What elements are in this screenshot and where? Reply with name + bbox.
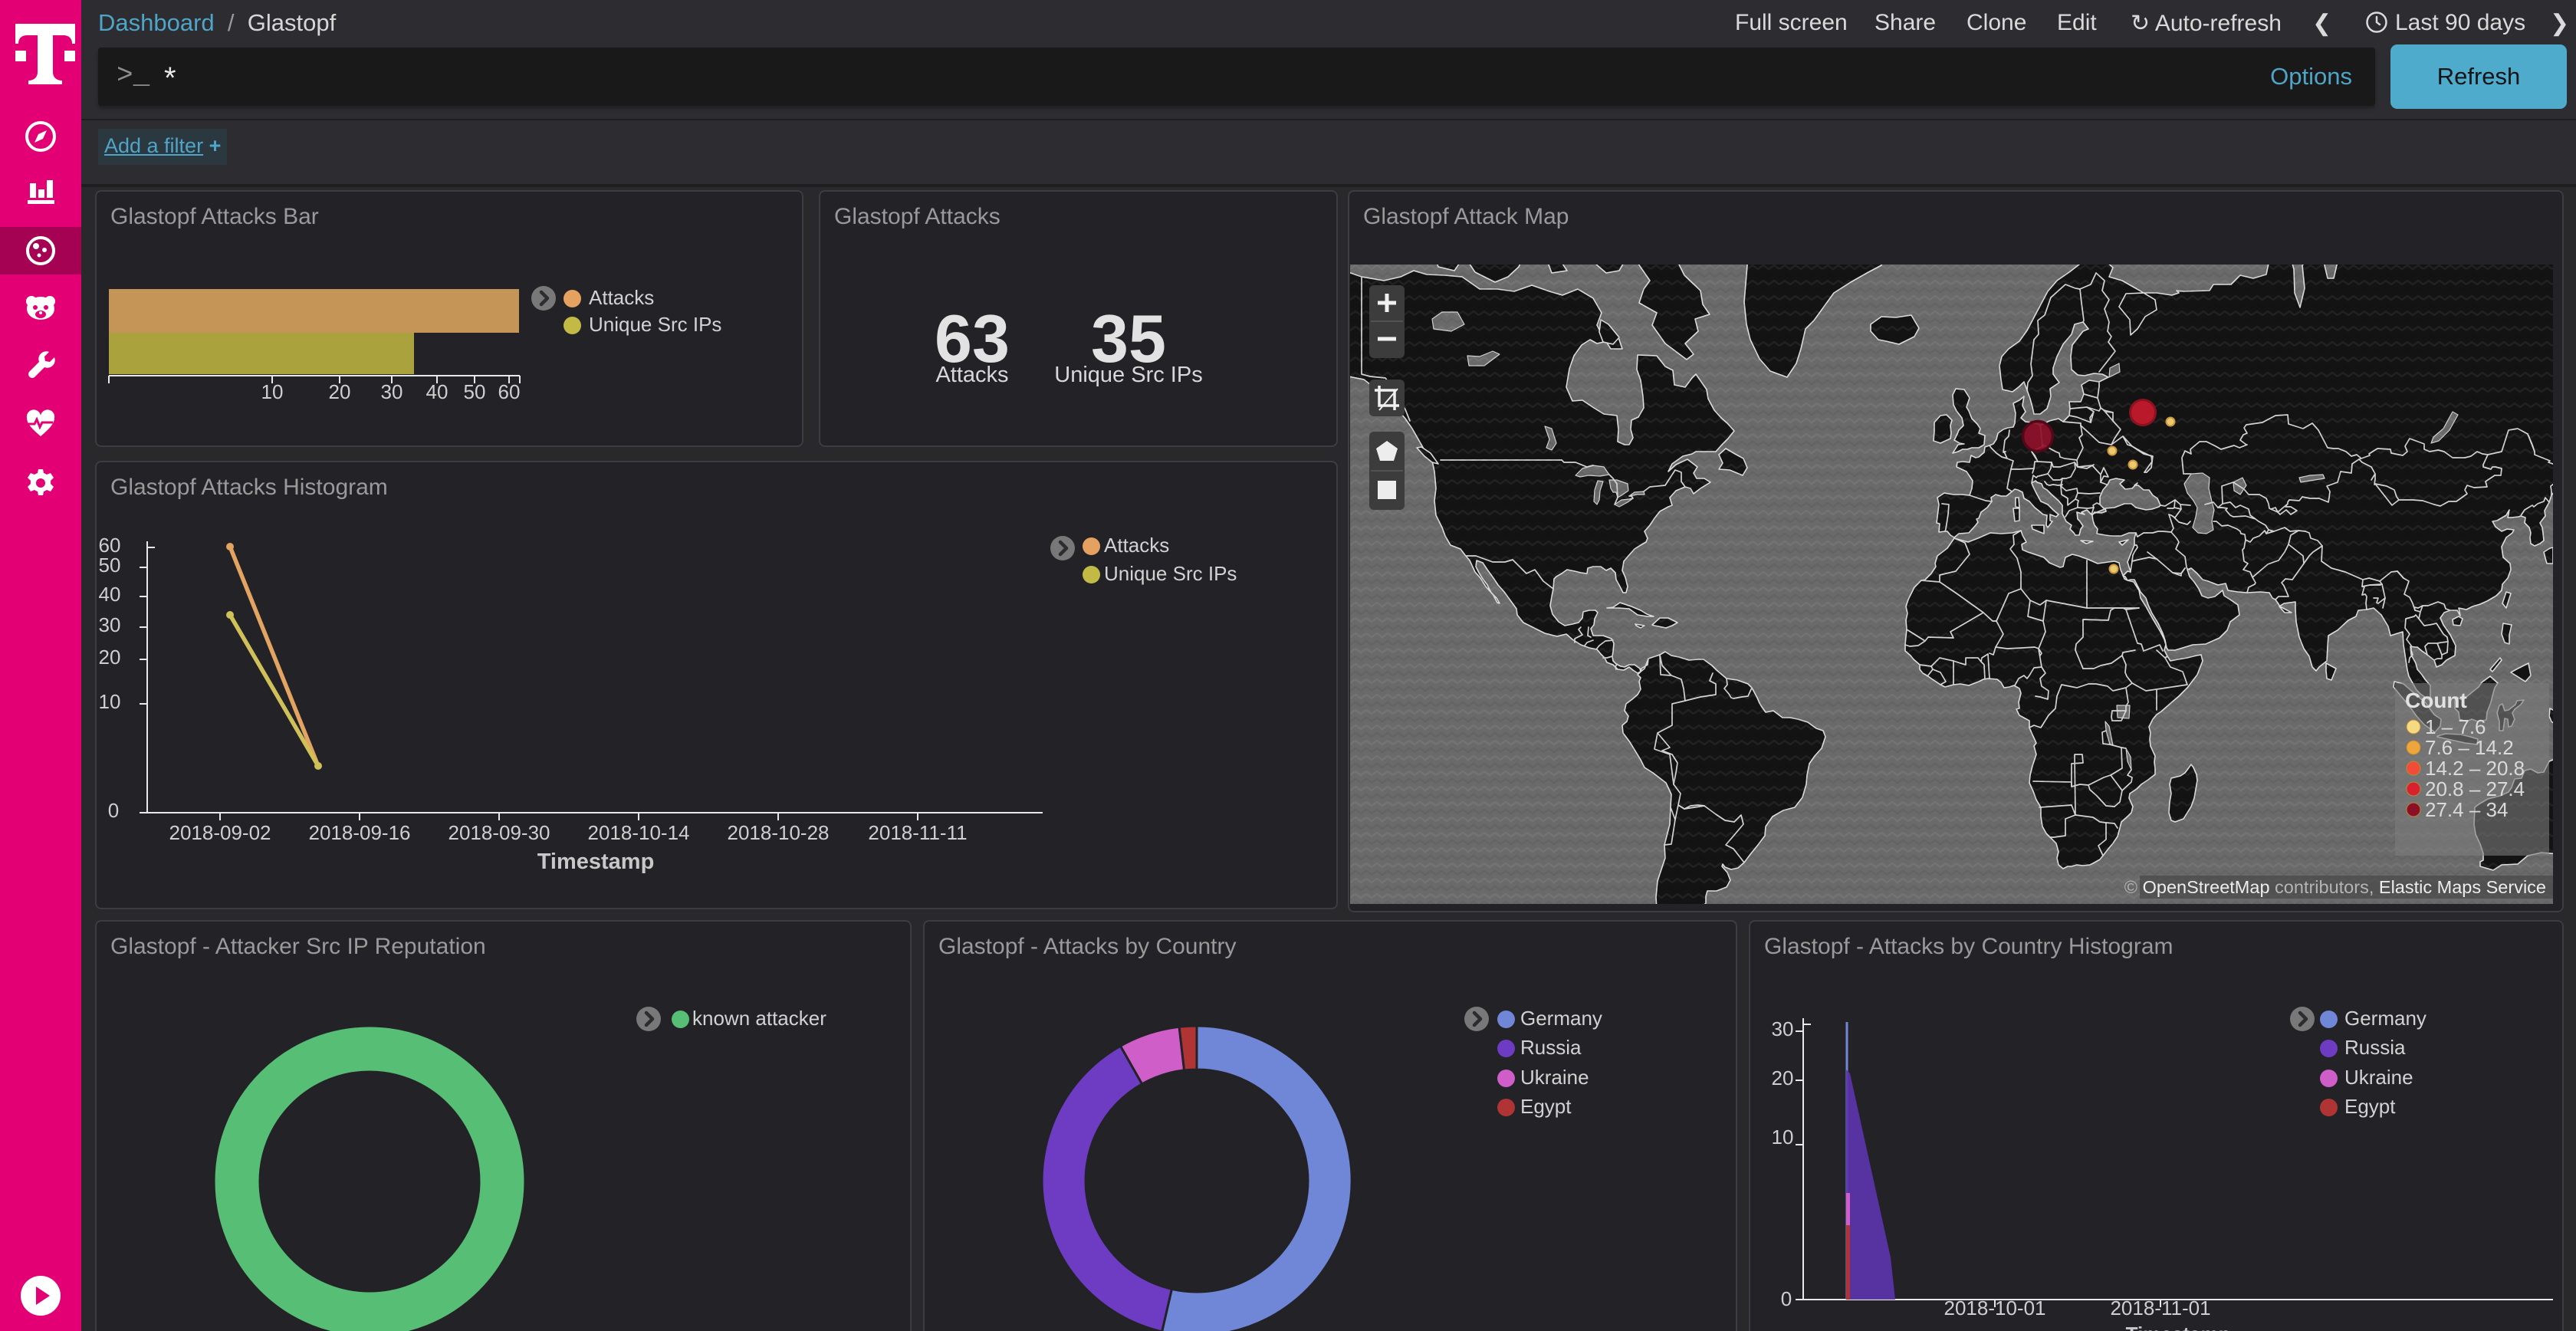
svg-text:14.2 – 20.8: 14.2 – 20.8 (2425, 757, 2525, 780)
svg-text:27.4 – 34: 27.4 – 34 (2425, 798, 2508, 821)
svg-text:1 – 7.6: 1 – 7.6 (2425, 715, 2486, 738)
svg-text:© OpenStreetMap contributors,: © OpenStreetMap contributors, Elastic Ma… (2124, 877, 2546, 897)
svg-text:20.8 – 27.4: 20.8 – 27.4 (2425, 777, 2525, 800)
svg-text:7.6 – 14.2: 7.6 – 14.2 (2425, 736, 2514, 759)
svg-text:Count: Count (2405, 689, 2467, 712)
